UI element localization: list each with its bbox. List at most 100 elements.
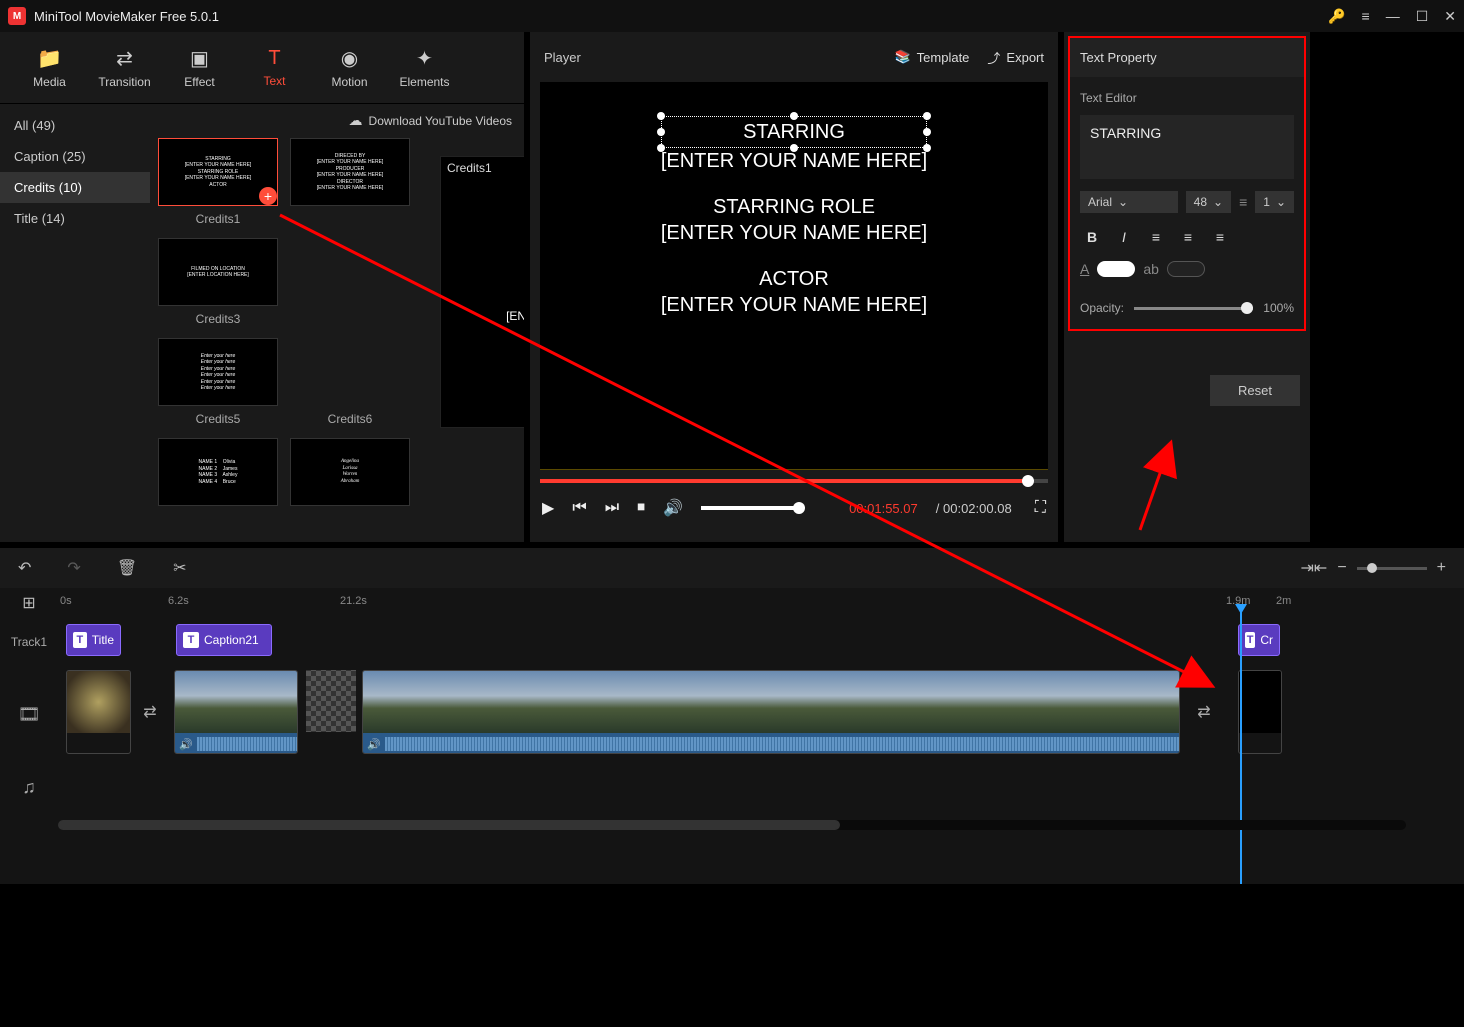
resize-handle[interactable] xyxy=(923,112,931,120)
template-button[interactable]: 📚Template xyxy=(894,49,969,65)
minimize-icon[interactable]: — xyxy=(1386,8,1400,24)
resize-handle[interactable] xyxy=(657,128,665,136)
audio-track[interactable] xyxy=(58,743,1464,831)
delete-button[interactable]: 🗑 xyxy=(117,558,137,578)
stop-button[interactable]: ⏹ xyxy=(637,499,645,517)
timeline: ⊞ 0s 6.2s 21.2s 1.9m 2m Track1 TTitle TC… xyxy=(0,588,1464,884)
scrub-bar[interactable] xyxy=(540,476,1048,486)
tab-elements[interactable]: ✦Elements xyxy=(387,46,462,89)
text-editor-input[interactable]: STARRING xyxy=(1080,115,1294,179)
tab-effect[interactable]: ▣Effect xyxy=(162,46,237,89)
zoom-slider[interactable] xyxy=(1357,567,1427,570)
resize-handle[interactable] xyxy=(657,144,665,152)
tab-transition[interactable]: ⇄Transition xyxy=(87,46,162,89)
redo-button[interactable]: ↷ xyxy=(67,558,80,578)
cat-caption[interactable]: Caption (25) xyxy=(0,141,150,172)
play-button[interactable]: ▶ xyxy=(542,498,554,518)
selected-text-box[interactable]: STARRING xyxy=(661,116,927,148)
upgrade-key-icon[interactable]: 🔑 xyxy=(1328,8,1345,25)
transition-slot[interactable]: ⇄ xyxy=(138,692,162,732)
transition-icon: ⇄ xyxy=(87,46,162,71)
playhead[interactable] xyxy=(1240,612,1242,884)
cat-title[interactable]: Title (14) xyxy=(0,203,150,234)
text-clip-title[interactable]: TTitle xyxy=(66,624,121,656)
highlight-color-swatch[interactable] xyxy=(1167,261,1205,277)
italic-button[interactable]: I xyxy=(1112,225,1136,249)
font-color-icon: A xyxy=(1080,261,1089,277)
font-color-swatch[interactable] xyxy=(1097,261,1135,277)
fullscreen-button[interactable]: ⛶ xyxy=(1035,499,1046,517)
video-clip-credits[interactable]: Credits xyxy=(1238,670,1282,754)
close-icon[interactable]: ✕ xyxy=(1444,8,1456,25)
line-spacing-icon: ≡ xyxy=(1239,194,1247,210)
tab-text[interactable]: TText xyxy=(237,47,312,88)
zoom-in-button[interactable]: + xyxy=(1437,559,1446,577)
resize-handle[interactable] xyxy=(790,112,798,120)
prop-section-label: Text Editor xyxy=(1070,77,1304,109)
timeline-scrollbar[interactable] xyxy=(58,820,1406,830)
thumb-credits5[interactable]: Enter your here Enter your here Enter yo… xyxy=(158,338,278,406)
resize-handle[interactable] xyxy=(790,144,798,152)
next-frame-button[interactable]: ⏭ xyxy=(605,499,619,517)
thumbnails-area: Download YouTube Videos STARRING [ENTER … xyxy=(150,104,524,540)
video-clip-1[interactable]: 🔊 xyxy=(174,670,298,754)
opacity-label: Opacity: xyxy=(1080,301,1124,315)
app-logo-icon: M xyxy=(8,7,26,25)
font-family-select[interactable]: Arial xyxy=(1080,191,1178,213)
zoom-out-button[interactable]: − xyxy=(1337,559,1346,577)
bold-button[interactable]: B xyxy=(1080,225,1104,249)
player-viewport[interactable]: STARRING [ENTER YOUR NAME HERE] STARRING… xyxy=(540,82,1048,470)
player-panel: Player 📚Template ⤴Export STARRING [ENTER… xyxy=(530,32,1058,542)
add-marker-button[interactable]: ⊞ xyxy=(22,595,35,612)
thumb-credits3[interactable]: FILMED ON LOCATION [ENTER LOCATION HERE] xyxy=(158,238,278,306)
menu-icon[interactable]: ≡ xyxy=(1362,8,1370,24)
resize-handle[interactable] xyxy=(923,128,931,136)
thumb-credits7[interactable]: NAME 1 Olivia NAME 2 James NAME 3 Ashley… xyxy=(158,438,278,506)
video-clip-2[interactable]: 🔊 xyxy=(362,670,1180,754)
text-icon: T xyxy=(237,47,312,70)
thumb-label: Credits1 xyxy=(158,212,278,226)
download-youtube-link[interactable]: Download YouTube Videos xyxy=(349,112,512,129)
thumb-credits1[interactable]: STARRING [ENTER YOUR NAME HERE] STARRING… xyxy=(158,138,278,206)
prop-title: Text Property xyxy=(1070,38,1304,77)
export-button[interactable]: ⤴Export xyxy=(987,48,1044,67)
volume-icon[interactable]: 🔊 xyxy=(663,498,683,518)
ruler-tick: 21.2s xyxy=(340,595,367,607)
thumb-credits8[interactable]: Angelina Larissa Warren Abraham xyxy=(290,438,410,506)
timeline-toolbar: ↶ ↷ 🗑 ✂ ⇥⇤ − + xyxy=(0,548,1464,588)
preview-popup: Credits1 STARRING [ENTER YOUR NAME HERE]… xyxy=(440,156,524,428)
tab-media[interactable]: 📁Media xyxy=(12,46,87,89)
text-clip-credits[interactable]: TCr xyxy=(1238,624,1280,656)
cat-credits[interactable]: Credits (10) xyxy=(0,172,150,203)
line-spacing-select[interactable]: 1 xyxy=(1255,191,1294,213)
resize-handle[interactable] xyxy=(923,144,931,152)
add-icon[interactable]: + xyxy=(259,187,277,205)
export-icon: ⤴ xyxy=(987,48,1000,67)
app-title: MiniTool MovieMaker Free 5.0.1 xyxy=(34,9,1328,24)
split-button[interactable]: ✂ xyxy=(173,558,186,578)
transition-slot[interactable]: ⇄ xyxy=(1192,692,1216,732)
font-size-select[interactable]: 48 xyxy=(1186,191,1231,213)
folder-icon: 📁 xyxy=(12,46,87,71)
tab-motion[interactable]: ◉Motion xyxy=(312,46,387,89)
titlebar: M MiniTool MovieMaker Free 5.0.1 🔑 ≡ — ☐… xyxy=(0,0,1464,32)
resize-handle[interactable] xyxy=(657,112,665,120)
video-clip-title[interactable]: Title xyxy=(66,670,131,754)
thumb-label: Credits3 xyxy=(158,312,278,326)
align-right-button[interactable]: ≡ xyxy=(1208,225,1232,249)
fit-icon[interactable]: ⇥⇤ xyxy=(1301,558,1328,578)
cat-all[interactable]: All (49) xyxy=(0,110,150,141)
align-center-button[interactable]: ≡ xyxy=(1176,225,1200,249)
text-track[interactable]: TTitle TCaption21 TCr xyxy=(58,624,1464,660)
maximize-icon[interactable]: ☐ xyxy=(1416,8,1429,25)
opacity-slider[interactable] xyxy=(1134,307,1253,310)
undo-button[interactable]: ↶ xyxy=(18,558,31,578)
prev-frame-button[interactable]: ⏮ xyxy=(572,499,586,517)
scrub-knob[interactable] xyxy=(1022,475,1034,487)
library-tab-bar: 📁Media ⇄Transition ▣Effect TText ◉Motion… xyxy=(0,32,524,104)
text-clip-caption[interactable]: TCaption21 xyxy=(176,624,272,656)
reset-button[interactable]: Reset xyxy=(1210,375,1300,406)
volume-slider[interactable] xyxy=(701,506,801,510)
align-left-button[interactable]: ≡ xyxy=(1144,225,1168,249)
thumb-credits2[interactable]: DIRECED BY [ENTER YOUR NAME HERE] PRODUC… xyxy=(290,138,410,206)
